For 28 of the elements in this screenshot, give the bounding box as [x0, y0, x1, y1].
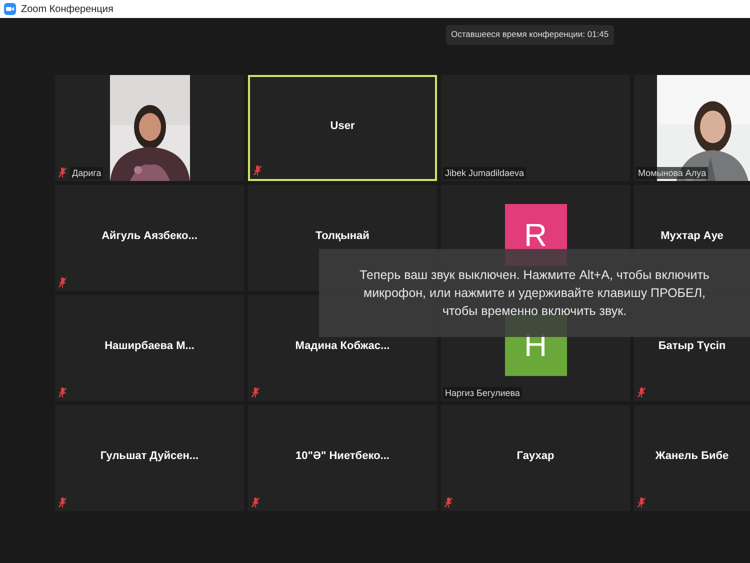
video-tile[interactable]: Jibek Jumadildaeva [441, 75, 630, 181]
participant-name: Толқынай [316, 230, 370, 242]
participant-name: Jibek Jumadildaeva [443, 167, 526, 179]
participant-name: Батыр Түсіп [658, 340, 726, 352]
remaining-time-badge: Оставшееся время конференции: 01:45 [446, 25, 614, 45]
video-tile[interactable]: Момынова Алуа [634, 75, 750, 181]
video-tile[interactable]: 10"Ә" Ниетбеко... [248, 405, 437, 511]
participant-name: Наргиз Бегулиева [443, 387, 522, 399]
video-tile[interactable]: Дарига [55, 75, 244, 181]
participant-name: Гаухар [516, 450, 554, 462]
participant-name: Момынова Алуа [636, 167, 708, 179]
camera-logo-icon [4, 3, 16, 15]
participant-name: Жанель Бибе [655, 450, 729, 462]
participant-name: Дарига [70, 167, 104, 179]
participant-name: Гульшат Дуйсен... [100, 450, 199, 462]
participant-name: Наширбаева М... [104, 340, 194, 352]
participant-name: Мухтар Ауе [660, 230, 724, 242]
participant-name: 10"Ә" Ниетбеко... [296, 450, 390, 462]
window-title: Zoom Конференция [21, 4, 114, 14]
video-tile[interactable]: Наширбаева М... [55, 295, 244, 401]
participant-name: Айгуль Аязбеко... [102, 230, 198, 242]
video-tile[interactable]: Айгуль Аязбеко... [55, 185, 244, 291]
participant-name: User [330, 120, 355, 132]
video-tile[interactable]: Жанель Бибе [634, 405, 750, 511]
video-tile[interactable]: User [248, 75, 437, 181]
video-tile[interactable]: Гаухар [441, 405, 630, 511]
participant-name: Мадина Кобжас... [295, 340, 390, 352]
video-tile[interactable]: Гульшат Дуйсен... [55, 405, 244, 511]
